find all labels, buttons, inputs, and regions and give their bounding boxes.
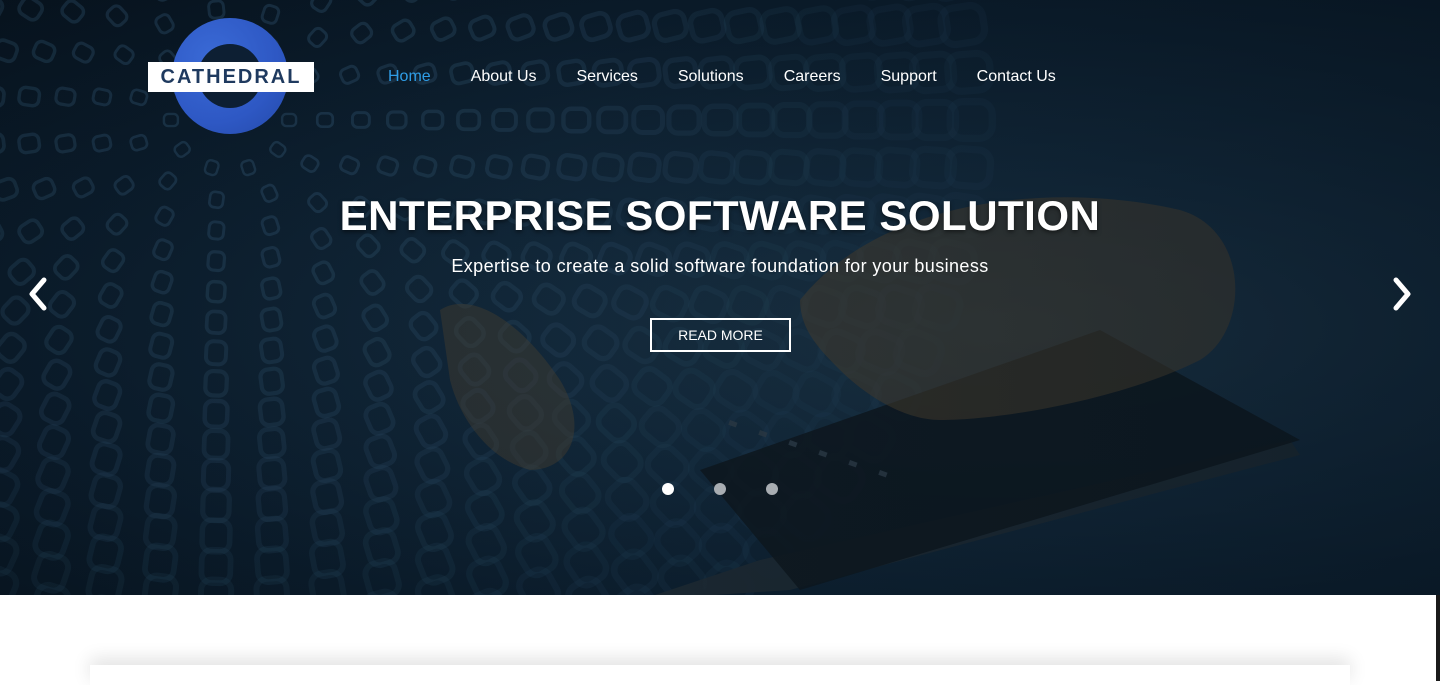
content-card-top xyxy=(90,665,1350,685)
nav-item-support[interactable]: Support xyxy=(881,66,937,88)
logo-wordmark: CATHEDRAL xyxy=(148,62,314,92)
nav-item-careers[interactable]: Careers xyxy=(784,66,841,88)
nav-item-contact-us[interactable]: Contact Us xyxy=(977,66,1056,88)
chevron-left-icon xyxy=(24,276,52,312)
chevron-right-icon xyxy=(1388,276,1416,312)
slider-dot[interactable] xyxy=(662,483,674,495)
read-more-button[interactable]: READ MORE xyxy=(650,318,791,352)
hero-subline: Expertise to create a solid software fou… xyxy=(0,256,1440,277)
nav-item-about-us[interactable]: About Us xyxy=(471,66,537,88)
content-area xyxy=(0,595,1440,681)
nav-item-services[interactable]: Services xyxy=(577,66,638,88)
logo[interactable]: CATHEDRAL xyxy=(148,18,316,136)
slider-dot[interactable] xyxy=(714,483,726,495)
slider-prev-button[interactable] xyxy=(24,276,52,312)
slider-pagination xyxy=(662,483,818,495)
scrollbar-edge xyxy=(1436,595,1440,681)
hero-slider: CATHEDRAL Home About Us Services Solutions C… xyxy=(0,0,1440,595)
slider-dot[interactable] xyxy=(766,483,778,495)
nav-item-solutions[interactable]: Solutions xyxy=(678,66,744,88)
hero-headline: ENTERPRISE SOFTWARE SOLUTION xyxy=(0,192,1440,240)
nav-item-home[interactable]: Home xyxy=(388,66,431,88)
slider-next-button[interactable] xyxy=(1388,276,1416,312)
main-navigation: Home About Us Services Solutions Careers Supp… xyxy=(388,66,1096,88)
